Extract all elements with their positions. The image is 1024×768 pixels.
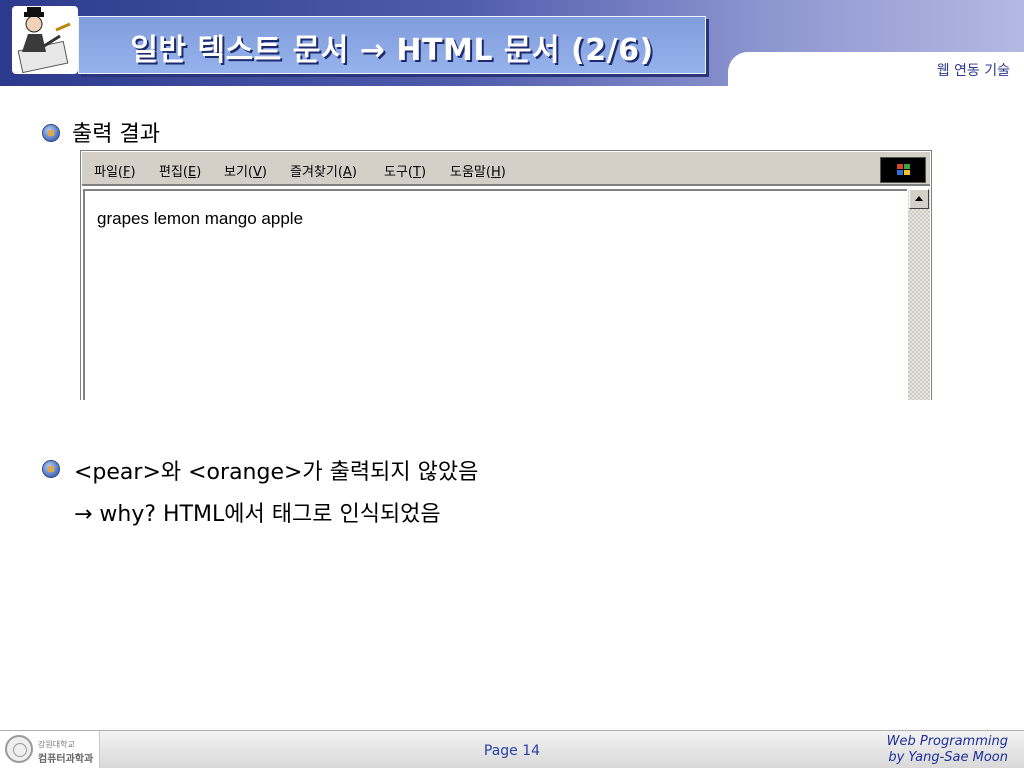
menu-favorites[interactable]: 즐겨찾기(A) bbox=[290, 161, 357, 180]
bullet-tags-not-shown: <pear>와 <orange>가 출력되지 않았음 bbox=[74, 460, 479, 485]
rendered-text: grapes lemon mango apple bbox=[97, 209, 304, 228]
slide-footer: 강원대학교 컴퓨터과학과 Page 14 Web Programming by … bbox=[0, 730, 1024, 768]
menu-tools-key: T bbox=[413, 165, 421, 180]
credit-author: by Yang-Sae Moon bbox=[888, 750, 1008, 765]
menu-help-label: 도움말 bbox=[450, 165, 486, 180]
course-credit: Web Programming by Yang-Sae Moon bbox=[887, 734, 1008, 766]
credit-course: Web Programming bbox=[886, 734, 1008, 749]
scroll-up-arrow-icon[interactable] bbox=[909, 189, 929, 209]
menu-view-label: 보기 bbox=[224, 165, 248, 180]
menu-edit[interactable]: 편집(E) bbox=[159, 161, 201, 180]
course-subtitle: 웹 연동 기술 bbox=[936, 63, 1010, 79]
vertical-scrollbar[interactable] bbox=[908, 189, 930, 400]
bullet-why-explanation: → why? HTML에서 태그로 인식되었음 bbox=[74, 502, 441, 527]
title-box: 일반 텍스트 문서 → HTML 문서 (2/6) bbox=[78, 16, 706, 74]
subtitle-tab: 웹 연동 기술 bbox=[728, 52, 1024, 86]
menu-help-key: H bbox=[490, 165, 501, 180]
menu-edit-label: 편집 bbox=[159, 165, 183, 180]
page-content-area: grapes lemon mango apple bbox=[83, 189, 907, 400]
menu-view[interactable]: 보기(V) bbox=[224, 161, 267, 180]
menu-edit-key: E bbox=[188, 165, 197, 180]
menu-tools-label: 도구 bbox=[384, 165, 408, 180]
bullet-icon bbox=[42, 460, 60, 478]
slide-title: 일반 텍스트 문서 → HTML 문서 (2/6) bbox=[130, 33, 654, 68]
menu-view-key: V bbox=[253, 165, 262, 180]
windows-flag-icon bbox=[880, 157, 926, 183]
menu-file-key: F bbox=[123, 165, 131, 180]
presenter-logo-icon bbox=[12, 6, 78, 74]
bullet-output-result: 출력 결과 bbox=[72, 122, 160, 147]
menu-help[interactable]: 도움말(H) bbox=[450, 161, 506, 180]
menu-bar: 파일(F) 편집(E) 보기(V) 즐겨찾기(A) 도구(T) 도움말(H) bbox=[82, 152, 930, 186]
browser-window: 파일(F) 편집(E) 보기(V) 즐겨찾기(A) 도구(T) 도움말(H) g… bbox=[80, 150, 932, 400]
menu-file[interactable]: 파일(F) bbox=[94, 161, 136, 180]
page-number: Page 14 bbox=[483, 743, 541, 759]
menu-file-label: 파일 bbox=[94, 165, 118, 180]
menu-favorites-label: 즐겨찾기 bbox=[290, 165, 338, 180]
bullet-icon bbox=[42, 124, 60, 142]
slide-header: 일반 텍스트 문서 → HTML 문서 (2/6) 웹 연동 기술 bbox=[0, 0, 1024, 86]
menu-tools[interactable]: 도구(T) bbox=[384, 161, 426, 180]
menu-favorites-key: A bbox=[342, 165, 352, 180]
